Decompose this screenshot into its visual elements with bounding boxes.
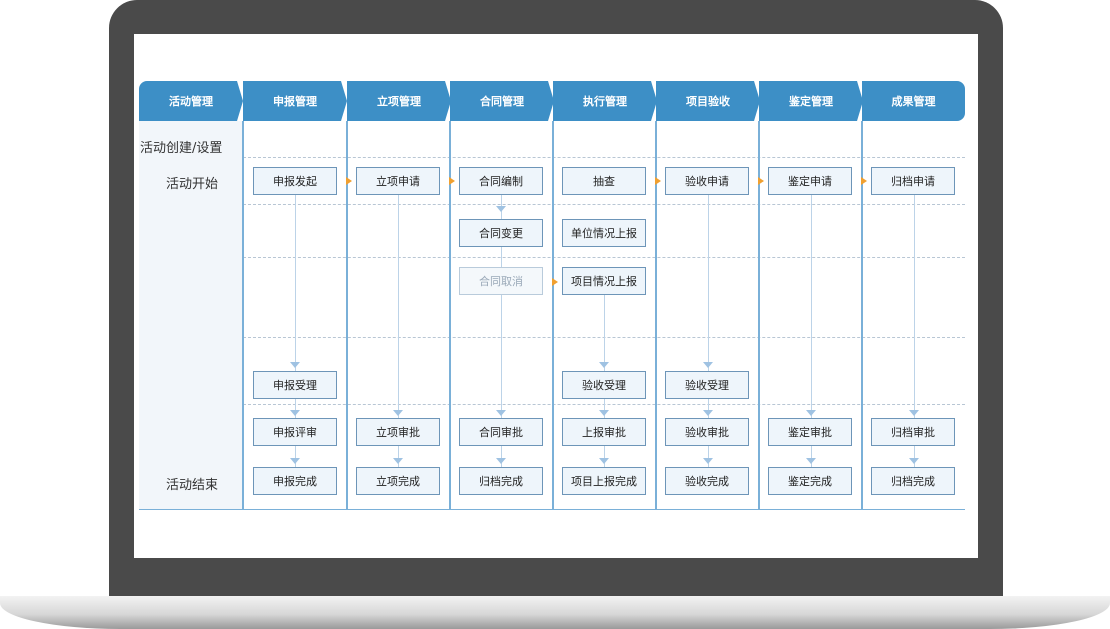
arrow-down-icon bbox=[599, 458, 609, 464]
flow-line bbox=[398, 195, 399, 495]
arrow-down-icon bbox=[290, 362, 300, 368]
header-results-management: 成果管理 bbox=[862, 81, 965, 121]
header-project-acceptance: 项目验收 bbox=[656, 81, 760, 121]
header-project-approval-management: 立项管理 bbox=[347, 81, 451, 121]
arrow-down-icon bbox=[909, 410, 919, 416]
arrow-down-icon bbox=[393, 410, 403, 416]
node-application-review[interactable]: 申报评审 bbox=[253, 418, 337, 446]
node-project-approve[interactable]: 立项审批 bbox=[356, 418, 440, 446]
node-acceptance-accept[interactable]: 验收受理 bbox=[562, 371, 646, 399]
header-execution-management: 执行管理 bbox=[553, 81, 657, 121]
node-project-report[interactable]: 项目情况上报 bbox=[562, 267, 646, 295]
header-activity-management: 活动管理 bbox=[139, 81, 243, 121]
arrow-down-icon bbox=[806, 410, 816, 416]
laptop-base bbox=[0, 596, 1110, 629]
arrow-down-icon bbox=[496, 410, 506, 416]
arrow-down-icon bbox=[806, 458, 816, 464]
arrow-right-icon bbox=[346, 177, 352, 185]
arrow-down-icon bbox=[599, 410, 609, 416]
laptop-screen: 活动管理 申报管理 立项管理 合同管理 执行管理 项目验收 鉴定管理 成果管理 … bbox=[134, 34, 978, 558]
arrow-down-icon bbox=[703, 410, 713, 416]
node-application-initiate[interactable]: 申报发起 bbox=[253, 167, 337, 195]
node-project-report-complete[interactable]: 项目上报完成 bbox=[562, 467, 646, 495]
stage-start: 活动开始 bbox=[165, 177, 218, 192]
node-archive-complete[interactable]: 归档完成 bbox=[459, 467, 543, 495]
arrow-down-icon bbox=[290, 410, 300, 416]
row-separator bbox=[243, 257, 965, 258]
arrow-right-icon bbox=[861, 177, 867, 185]
node-spot-check[interactable]: 抽查 bbox=[562, 167, 646, 195]
flow-line bbox=[295, 195, 296, 495]
column-separator bbox=[242, 121, 244, 509]
arrow-right-icon bbox=[655, 177, 661, 185]
header-appraisal-management: 鉴定管理 bbox=[759, 81, 863, 121]
row-separator bbox=[243, 204, 965, 205]
node-application-accept[interactable]: 申报受理 bbox=[253, 371, 337, 399]
node-project-request[interactable]: 立项申请 bbox=[356, 167, 440, 195]
arrow-right-icon bbox=[552, 278, 558, 286]
arrow-down-icon bbox=[290, 458, 300, 464]
node-archive-request[interactable]: 归档申请 bbox=[871, 167, 955, 195]
row-separator bbox=[243, 157, 965, 158]
header-contract-management: 合同管理 bbox=[450, 81, 554, 121]
node-archive-approve[interactable]: 归档审批 bbox=[871, 418, 955, 446]
arrow-down-icon bbox=[909, 458, 919, 464]
arrow-down-icon bbox=[393, 458, 403, 464]
node-acceptance-approve[interactable]: 验收审批 bbox=[665, 418, 749, 446]
flow-line bbox=[914, 195, 915, 495]
stage-create: 活动创建/设置 bbox=[140, 141, 223, 156]
flow-line bbox=[811, 195, 812, 495]
node-archive-complete-final[interactable]: 归档完成 bbox=[871, 467, 955, 495]
node-unit-report[interactable]: 单位情况上报 bbox=[562, 219, 646, 247]
arrow-down-icon bbox=[703, 362, 713, 368]
flow-line bbox=[708, 195, 709, 495]
stage-end: 活动结束 bbox=[165, 478, 218, 493]
node-acceptance-complete[interactable]: 验收完成 bbox=[665, 467, 749, 495]
arrow-right-icon bbox=[449, 177, 455, 185]
bottom-line bbox=[139, 509, 965, 510]
node-contract-cancel[interactable]: 合同取消 bbox=[459, 267, 543, 295]
node-acceptance-accept-2[interactable]: 验收受理 bbox=[665, 371, 749, 399]
node-report-approve[interactable]: 上报审批 bbox=[562, 418, 646, 446]
node-contract-approve[interactable]: 合同审批 bbox=[459, 418, 543, 446]
arrow-down-icon bbox=[496, 206, 506, 212]
arrow-down-icon bbox=[599, 362, 609, 368]
node-contract-change[interactable]: 合同变更 bbox=[459, 219, 543, 247]
node-appraisal-request[interactable]: 鉴定申请 bbox=[768, 167, 852, 195]
node-acceptance-request[interactable]: 验收申请 bbox=[665, 167, 749, 195]
arrow-right-icon bbox=[758, 177, 764, 185]
column-separator bbox=[552, 121, 554, 509]
header-application-management: 申报管理 bbox=[243, 81, 347, 121]
arrow-down-icon bbox=[703, 458, 713, 464]
node-appraisal-complete[interactable]: 鉴定完成 bbox=[768, 467, 852, 495]
node-contract-draft[interactable]: 合同编制 bbox=[459, 167, 543, 195]
arrow-down-icon bbox=[496, 458, 506, 464]
node-appraisal-approve[interactable]: 鉴定审批 bbox=[768, 418, 852, 446]
node-application-complete[interactable]: 申报完成 bbox=[253, 467, 337, 495]
node-project-complete[interactable]: 立项完成 bbox=[356, 467, 440, 495]
